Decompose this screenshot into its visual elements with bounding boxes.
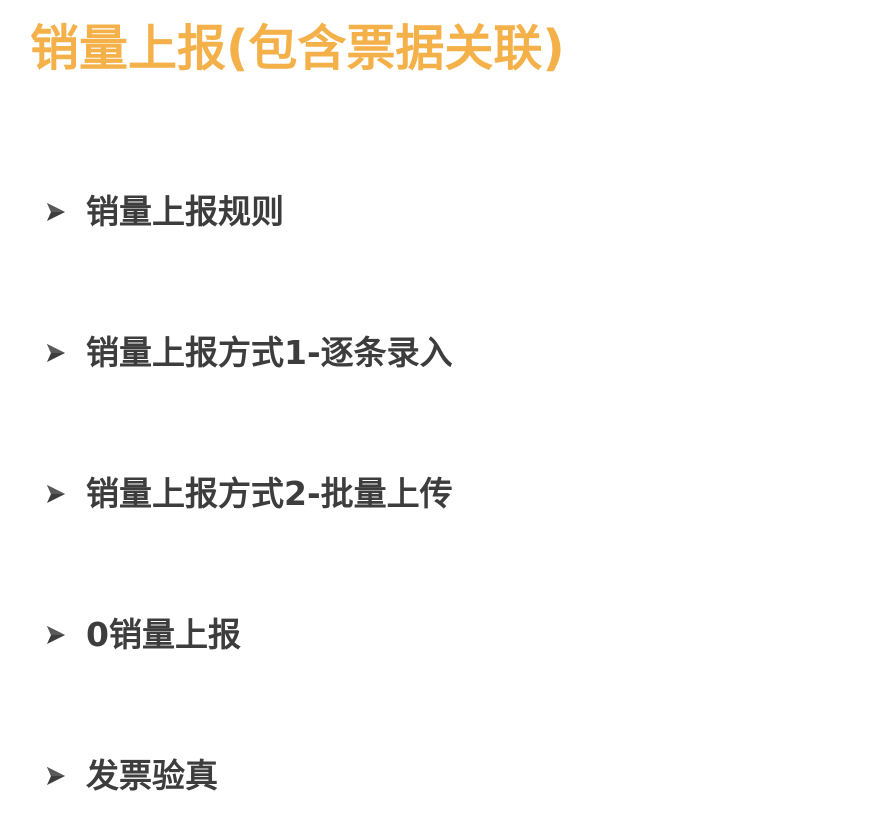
- list-item: 销量上报方式2-批量上传: [44, 469, 453, 519]
- list-item-label: 销量上报方式1-逐条录入: [86, 333, 453, 372]
- arrowhead-bullet-icon: [47, 203, 65, 221]
- arrowhead-bullet-icon: [47, 485, 65, 503]
- list-item-label: 销量上报规则: [86, 192, 284, 231]
- list-item: 销量上报方式1-逐条录入: [44, 328, 453, 378]
- list-item: 销量上报规则: [44, 187, 284, 237]
- list-item: 发票验真: [44, 751, 218, 801]
- list-item-label: 发票验真: [86, 756, 218, 795]
- arrowhead-bullet-icon: [47, 767, 65, 785]
- arrowhead-bullet-icon: [47, 344, 65, 362]
- list-item-label: 0销量上报: [86, 615, 241, 654]
- list-item: 0销量上报: [44, 610, 241, 660]
- bullet-list: 销量上报规则 销量上报方式1-逐条录入 销量上报方式2-批量上传 0销量上报 发…: [0, 0, 874, 828]
- list-item-label: 销量上报方式2-批量上传: [86, 474, 453, 513]
- arrowhead-bullet-icon: [47, 626, 65, 644]
